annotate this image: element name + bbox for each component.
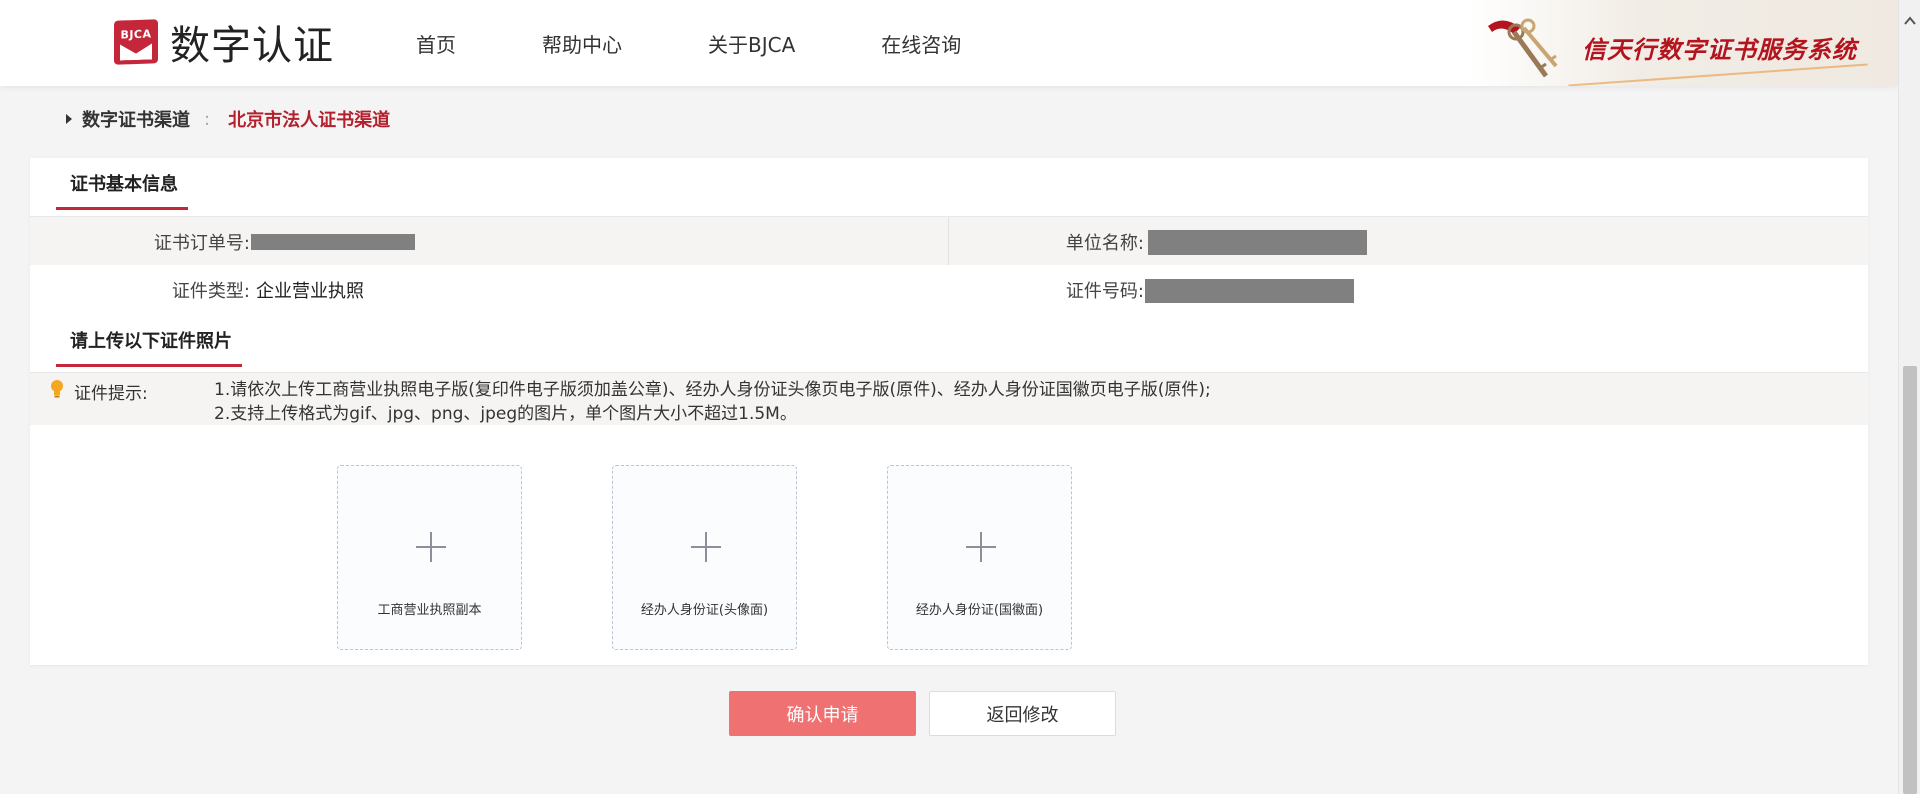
upload-tip: 证件提示: 1.请依次上传工商营业执照电子版(复印件电子版须加盖公章)、经办人身… bbox=[30, 373, 1868, 425]
nav-about-bjca[interactable]: 关于BJCA bbox=[708, 29, 795, 58]
upload-id-back[interactable]: 经办人身份证(国徽面) bbox=[887, 465, 1072, 650]
main-nav: 首页 帮助中心 关于BJCA 在线咨询 bbox=[416, 0, 1047, 86]
cert-type-value: 企业营业执照 bbox=[256, 281, 364, 302]
breadcrumb-root[interactable]: 数字证书渠道 bbox=[82, 106, 190, 132]
tip-line-1: 1.请依次上传工商营业执照电子版(复印件电子版须加盖公章)、经办人身份证头像页电… bbox=[214, 380, 1211, 400]
plus-icon bbox=[966, 532, 996, 562]
logo-text: 数字认证 bbox=[170, 23, 334, 69]
upload-label: 经办人身份证(头像面) bbox=[640, 603, 769, 618]
nav-help-center[interactable]: 帮助中心 bbox=[542, 29, 622, 58]
upload-section-title: 请上传以下证件照片 bbox=[56, 315, 242, 367]
cert-number-value-redacted bbox=[1145, 279, 1354, 303]
caret-right-icon bbox=[66, 114, 72, 124]
breadcrumb: 数字证书渠道 : 北京市法人证书渠道 bbox=[66, 106, 391, 132]
cert-type-label: 证件类型: bbox=[171, 281, 250, 302]
nav-home[interactable]: 首页 bbox=[416, 29, 456, 58]
scroll-up-icon[interactable] bbox=[1903, 14, 1917, 28]
org-name-value-redacted bbox=[1148, 230, 1367, 255]
upload-label: 工商营业执照副本 bbox=[377, 603, 482, 618]
order-number-label: 证书订单号: bbox=[153, 233, 250, 254]
plus-icon bbox=[416, 532, 446, 562]
nav-online-consult[interactable]: 在线咨询 bbox=[881, 29, 961, 58]
org-name-label: 单位名称: bbox=[1065, 233, 1144, 254]
banner-decoration bbox=[1568, 63, 1868, 86]
banner-title: 信天行数字证书服务系统 bbox=[1582, 35, 1857, 64]
basic-info-title: 证书基本信息 bbox=[56, 158, 188, 210]
column-divider bbox=[948, 217, 949, 265]
page-scrollbar[interactable] bbox=[1898, 0, 1920, 794]
confirm-application-button[interactable]: 确认申请 bbox=[729, 691, 916, 736]
bjca-logo[interactable]: BJCA 数字认证 bbox=[114, 18, 334, 69]
order-number-value-redacted bbox=[251, 234, 415, 250]
upload-id-front[interactable]: 经办人身份证(头像面) bbox=[612, 465, 797, 650]
plus-icon bbox=[691, 532, 721, 562]
info-row-order: 证书订单号: 单位名称: bbox=[30, 217, 1868, 265]
upload-label: 经办人身份证(国徽面) bbox=[915, 603, 1044, 618]
breadcrumb-separator: : bbox=[204, 108, 211, 130]
bjca-logo-icon: BJCA bbox=[114, 19, 158, 65]
top-header: BJCA 数字认证 首页 帮助中心 关于BJCA 在线咨询 信天行数字证书服务系… bbox=[0, 0, 1898, 86]
upload-business-license[interactable]: 工商营业执照副本 bbox=[337, 465, 522, 650]
tip-text: 1.请依次上传工商营业执照电子版(复印件电子版须加盖公章)、经办人身份证头像页电… bbox=[214, 378, 1211, 426]
application-card: 证书基本信息 证书订单号: 单位名称: 证件类型: 企业营业执照 证件号码: 请… bbox=[30, 158, 1868, 665]
lightbulb-icon bbox=[51, 380, 63, 398]
system-banner: 信天行数字证书服务系统 bbox=[1468, 0, 1898, 86]
tip-label: 证件提示: bbox=[74, 384, 148, 404]
cert-number-label: 证件号码: bbox=[1065, 281, 1144, 302]
keys-icon bbox=[1488, 18, 1558, 78]
scroll-thumb[interactable] bbox=[1903, 366, 1917, 794]
tip-line-2: 2.支持上传格式为gif、jpg、png、jpeg的图片，单个图片大小不超过1.… bbox=[214, 404, 797, 424]
breadcrumb-current: 北京市法人证书渠道 bbox=[228, 110, 391, 131]
info-row-cert: 证件类型: 企业营业执照 证件号码: bbox=[30, 265, 1868, 313]
back-to-edit-button[interactable]: 返回修改 bbox=[929, 691, 1116, 736]
